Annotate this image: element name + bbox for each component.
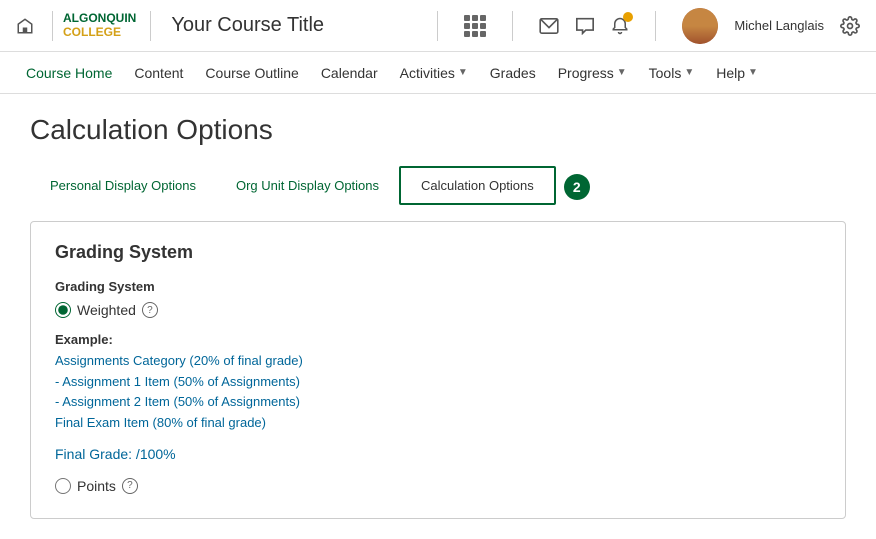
header-divider-2 [150,11,151,41]
tools-arrow-icon: ▼ [684,67,694,78]
example-line2: - Assignment 1 Item (50% of Assignments) [55,372,821,393]
activities-arrow-icon: ▼ [458,67,468,78]
example-line3: - Assignment 2 Item (50% of Assignments) [55,392,821,413]
home-button[interactable] [16,17,34,35]
logo: ALGONQUINCOLLEGE [63,12,136,38]
nav-label-progress: Progress [558,65,614,81]
nav-label-help: Help [716,65,745,81]
example-link-2[interactable]: - Assignment 1 Item (50% of Assignments) [55,374,300,389]
weighted-help-icon[interactable]: ? [142,302,158,318]
tab-org-unit-display-label: Org Unit Display Options [236,178,379,193]
logo-text: ALGONQUINCOLLEGE [63,12,136,38]
nav-item-activities[interactable]: Activities ▼ [390,55,478,91]
tab-personal-display-label: Personal Display Options [50,178,196,193]
avatar[interactable] [682,8,718,44]
course-title: Your Course Title [171,14,324,37]
top-header: ALGONQUINCOLLEGE Your Course Title [0,0,876,52]
nav-item-calendar[interactable]: Calendar [311,55,388,91]
card-title: Grading System [55,242,821,263]
example-link-3[interactable]: - Assignment 2 Item (50% of Assignments) [55,394,300,409]
example-link-1[interactable]: Assignments Category (20% of final grade… [55,353,303,368]
tabs-row: Personal Display Options Org Unit Displa… [30,166,846,205]
page-content: Calculation Options Personal Display Opt… [0,94,876,539]
nav-label-course-outline: Course Outline [205,65,298,81]
weighted-radio-row: Weighted ? [55,302,821,318]
nav-label-activities: Activities [400,65,455,81]
apps-grid-icon [464,15,486,37]
points-radio-row: Points ? [55,478,821,494]
header-divider-5 [655,11,656,41]
header-divider-4 [512,11,513,41]
weighted-label[interactable]: Weighted [77,302,136,318]
weighted-radio[interactable] [55,302,71,318]
example-bold-label: Example: [55,332,113,347]
nav-item-tools[interactable]: Tools ▼ [639,55,705,91]
nav-label-calendar: Calendar [321,65,378,81]
email-button[interactable] [539,18,559,34]
grading-system-field-label: Grading System [55,279,821,294]
tab-org-unit-display[interactable]: Org Unit Display Options [216,168,399,203]
progress-arrow-icon: ▼ [617,67,627,78]
nav-item-course-home[interactable]: Course Home [16,55,122,91]
notification-badge [623,12,633,22]
help-arrow-icon: ▼ [748,67,758,78]
points-help-icon[interactable]: ? [122,478,138,494]
points-radio[interactable] [55,478,71,494]
nav-label-tools: Tools [649,65,682,81]
apps-button[interactable] [464,15,486,37]
username-label[interactable]: Michel Langlais [734,18,824,33]
nav-item-progress[interactable]: Progress ▼ [548,55,637,91]
final-grade-label: Final Grade: /100% [55,446,821,462]
page-title: Calculation Options [30,114,846,146]
notifications-button[interactable] [611,16,629,36]
nav-item-help[interactable]: Help ▼ [706,55,768,91]
header-divider-1 [52,11,53,41]
example-label: Example: [55,330,821,351]
avatar-image [682,8,718,44]
chat-button[interactable] [575,17,595,35]
settings-button[interactable] [840,16,860,36]
tab-badge: 2 [564,174,590,200]
header-divider-3 [437,11,438,41]
tab-calculation-options-label: Calculation Options [421,178,534,193]
example-line4: Final Exam Item (80% of final grade) [55,413,821,434]
example-block: Example: Assignments Category (20% of fi… [55,330,821,434]
nav-label-content: Content [134,65,183,81]
points-label[interactable]: Points [77,478,116,494]
nav-item-grades[interactable]: Grades [480,55,546,91]
tab-personal-display[interactable]: Personal Display Options [30,168,216,203]
example-link-4[interactable]: Final Exam Item (80% of final grade) [55,415,266,430]
header-right: Michel Langlais [427,8,860,44]
nav-label-grades: Grades [490,65,536,81]
nav-item-course-outline[interactable]: Course Outline [195,55,308,91]
nav-bar: Course Home Content Course Outline Calen… [0,52,876,94]
example-line1: Assignments Category (20% of final grade… [55,351,821,372]
grading-system-card: Grading System Grading System Weighted ?… [30,221,846,519]
nav-item-content[interactable]: Content [124,55,193,91]
nav-label-course-home: Course Home [26,65,112,81]
tab-calculation-options[interactable]: Calculation Options [399,166,556,205]
